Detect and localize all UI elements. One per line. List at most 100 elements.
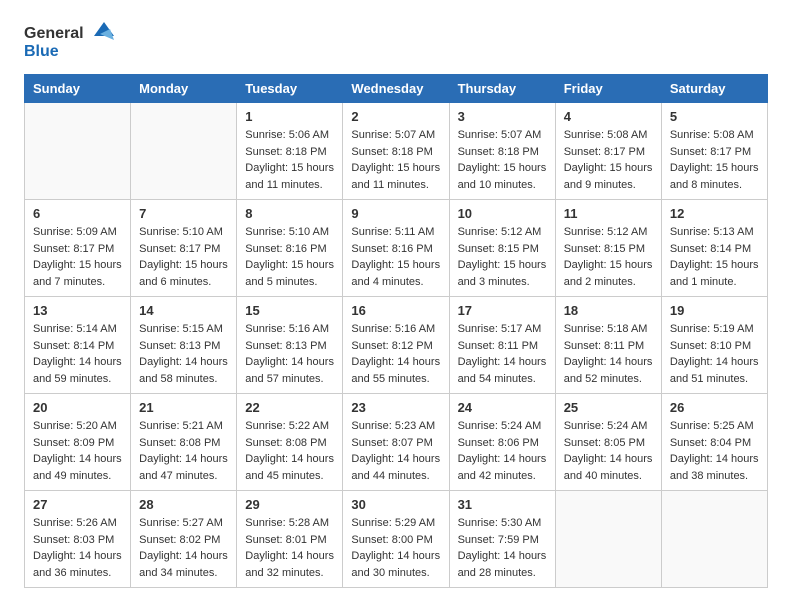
calendar-cell: 21 Sunrise: 5:21 AMSunset: 8:08 PMDayligh… [131,394,237,491]
day-number: 6 [33,206,122,221]
calendar-cell [555,491,661,588]
calendar-week-5: 27 Sunrise: 5:26 AMSunset: 8:03 PMDayligh… [25,491,768,588]
weekday-header-friday: Friday [555,75,661,103]
calendar-cell [25,103,131,200]
day-info: Sunrise: 5:26 AMSunset: 8:03 PMDaylight:… [33,515,122,581]
svg-text:General: General [24,25,84,42]
calendar-cell: 16 Sunrise: 5:16 AMSunset: 8:12 PMDayligh… [343,297,449,394]
day-number: 31 [458,497,547,512]
day-info: Sunrise: 5:29 AMSunset: 8:00 PMDaylight:… [351,515,440,581]
day-info: Sunrise: 5:20 AMSunset: 8:09 PMDaylight:… [33,418,122,484]
day-number: 8 [245,206,334,221]
day-number: 26 [670,400,759,415]
calendar-cell: 19 Sunrise: 5:19 AMSunset: 8:10 PMDayligh… [661,297,767,394]
day-number: 1 [245,109,334,124]
day-number: 17 [458,303,547,318]
calendar-cell: 23 Sunrise: 5:23 AMSunset: 8:07 PMDayligh… [343,394,449,491]
calendar-cell: 11 Sunrise: 5:12 AMSunset: 8:15 PMDayligh… [555,200,661,297]
day-info: Sunrise: 5:19 AMSunset: 8:10 PMDaylight:… [670,321,759,387]
calendar-cell: 26 Sunrise: 5:25 AMSunset: 8:04 PMDayligh… [661,394,767,491]
day-info: Sunrise: 5:12 AMSunset: 8:15 PMDaylight:… [458,224,547,290]
day-info: Sunrise: 5:08 AMSunset: 8:17 PMDaylight:… [670,127,759,193]
calendar-cell: 15 Sunrise: 5:16 AMSunset: 8:13 PMDayligh… [237,297,343,394]
day-info: Sunrise: 5:12 AMSunset: 8:15 PMDaylight:… [564,224,653,290]
day-info: Sunrise: 5:16 AMSunset: 8:13 PMDaylight:… [245,321,334,387]
calendar-cell: 8 Sunrise: 5:10 AMSunset: 8:16 PMDaylight… [237,200,343,297]
calendar-table: SundayMondayTuesdayWednesdayThursdayFrid… [24,74,768,588]
day-number: 23 [351,400,440,415]
day-number: 11 [564,206,653,221]
calendar-cell: 31 Sunrise: 5:30 AMSunset: 7:59 PMDayligh… [449,491,555,588]
calendar-cell: 4 Sunrise: 5:08 AMSunset: 8:17 PMDaylight… [555,103,661,200]
day-info: Sunrise: 5:23 AMSunset: 8:07 PMDaylight:… [351,418,440,484]
weekday-header-monday: Monday [131,75,237,103]
calendar-cell: 10 Sunrise: 5:12 AMSunset: 8:15 PMDayligh… [449,200,555,297]
day-number: 12 [670,206,759,221]
day-info: Sunrise: 5:07 AMSunset: 8:18 PMDaylight:… [351,127,440,193]
day-number: 10 [458,206,547,221]
day-number: 19 [670,303,759,318]
day-number: 20 [33,400,122,415]
day-number: 30 [351,497,440,512]
day-info: Sunrise: 5:25 AMSunset: 8:04 PMDaylight:… [670,418,759,484]
calendar-cell: 2 Sunrise: 5:07 AMSunset: 8:18 PMDaylight… [343,103,449,200]
calendar-cell [131,103,237,200]
day-number: 5 [670,109,759,124]
day-number: 4 [564,109,653,124]
day-info: Sunrise: 5:09 AMSunset: 8:17 PMDaylight:… [33,224,122,290]
day-number: 2 [351,109,440,124]
weekday-header-tuesday: Tuesday [237,75,343,103]
calendar-cell: 27 Sunrise: 5:26 AMSunset: 8:03 PMDayligh… [25,491,131,588]
day-info: Sunrise: 5:28 AMSunset: 8:01 PMDaylight:… [245,515,334,581]
day-info: Sunrise: 5:18 AMSunset: 8:11 PMDaylight:… [564,321,653,387]
day-info: Sunrise: 5:16 AMSunset: 8:12 PMDaylight:… [351,321,440,387]
calendar-cell: 24Sunrise: 5:24 AMSunset: 8:06 PMDayligh… [449,394,555,491]
calendar-cell: 30 Sunrise: 5:29 AMSunset: 8:00 PMDayligh… [343,491,449,588]
day-number: 27 [33,497,122,512]
day-number: 18 [564,303,653,318]
day-info: Sunrise: 5:11 AMSunset: 8:16 PMDaylight:… [351,224,440,290]
calendar-cell: 7 Sunrise: 5:10 AMSunset: 8:17 PMDaylight… [131,200,237,297]
day-number: 21 [139,400,228,415]
day-info: Sunrise: 5:21 AMSunset: 8:08 PMDaylight:… [139,418,228,484]
calendar-cell: 5 Sunrise: 5:08 AMSunset: 8:17 PMDaylight… [661,103,767,200]
calendar-week-1: 1 Sunrise: 5:06 AMSunset: 8:18 PMDaylight… [25,103,768,200]
day-info: Sunrise: 5:15 AMSunset: 8:13 PMDaylight:… [139,321,228,387]
day-info: Sunrise: 5:07 AMSunset: 8:18 PMDaylight:… [458,127,547,193]
calendar-week-4: 20 Sunrise: 5:20 AMSunset: 8:09 PMDayligh… [25,394,768,491]
calendar-cell: 3 Sunrise: 5:07 AMSunset: 8:18 PMDaylight… [449,103,555,200]
calendar-cell: 29Sunrise: 5:28 AMSunset: 8:01 PMDayligh… [237,491,343,588]
calendar-cell: 17 Sunrise: 5:17 AMSunset: 8:11 PMDayligh… [449,297,555,394]
day-number: 3 [458,109,547,124]
calendar-cell: 22 Sunrise: 5:22 AMSunset: 8:08 PMDayligh… [237,394,343,491]
calendar-cell: 12 Sunrise: 5:13 AMSunset: 8:14 PMDayligh… [661,200,767,297]
day-number: 22 [245,400,334,415]
day-number: 14 [139,303,228,318]
calendar-week-3: 13Sunrise: 5:14 AMSunset: 8:14 PMDayligh… [25,297,768,394]
day-number: 7 [139,206,228,221]
day-info: Sunrise: 5:17 AMSunset: 8:11 PMDaylight:… [458,321,547,387]
day-number: 24 [458,400,547,415]
weekday-header-row: SundayMondayTuesdayWednesdayThursdayFrid… [25,75,768,103]
day-info: Sunrise: 5:22 AMSunset: 8:08 PMDaylight:… [245,418,334,484]
svg-text:Blue: Blue [24,43,59,60]
day-info: Sunrise: 5:10 AMSunset: 8:16 PMDaylight:… [245,224,334,290]
day-info: Sunrise: 5:13 AMSunset: 8:14 PMDaylight:… [670,224,759,290]
day-info: Sunrise: 5:06 AMSunset: 8:18 PMDaylight:… [245,127,334,193]
calendar-week-2: 6 Sunrise: 5:09 AMSunset: 8:17 PMDaylight… [25,200,768,297]
day-info: Sunrise: 5:08 AMSunset: 8:17 PMDaylight:… [564,127,653,193]
logo-svg: General Blue [24,20,114,64]
day-number: 16 [351,303,440,318]
weekday-header-thursday: Thursday [449,75,555,103]
day-number: 15 [245,303,334,318]
calendar-cell [661,491,767,588]
day-number: 25 [564,400,653,415]
day-info: Sunrise: 5:10 AMSunset: 8:17 PMDaylight:… [139,224,228,290]
day-number: 28 [139,497,228,512]
day-info: Sunrise: 5:30 AMSunset: 7:59 PMDaylight:… [458,515,547,581]
calendar-cell: 6 Sunrise: 5:09 AMSunset: 8:17 PMDaylight… [25,200,131,297]
calendar-cell: 18 Sunrise: 5:18 AMSunset: 8:11 PMDayligh… [555,297,661,394]
calendar-cell: 9Sunrise: 5:11 AMSunset: 8:16 PMDaylight… [343,200,449,297]
calendar-cell: 28Sunrise: 5:27 AMSunset: 8:02 PMDayligh… [131,491,237,588]
day-info: Sunrise: 5:24 AMSunset: 8:05 PMDaylight:… [564,418,653,484]
